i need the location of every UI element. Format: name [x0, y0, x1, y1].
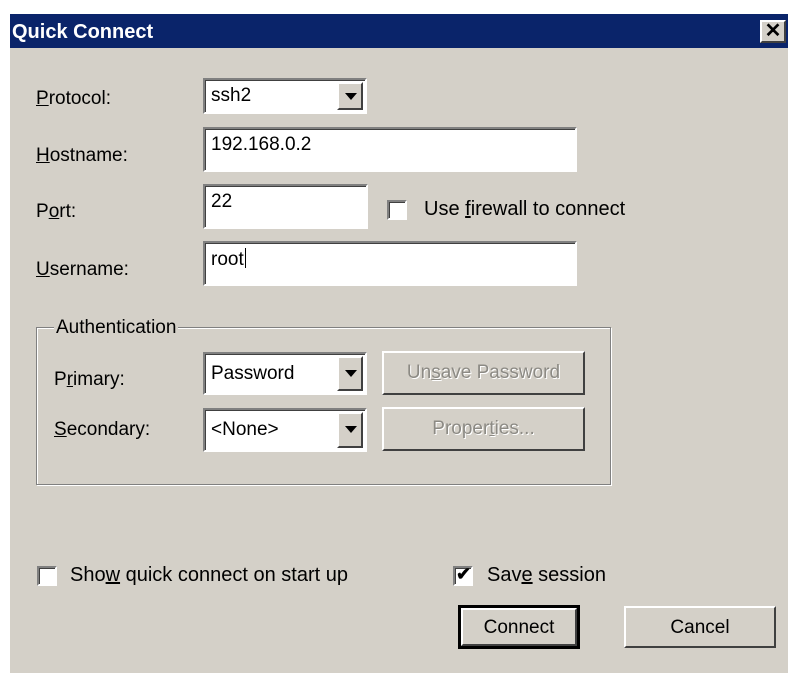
username-label: Username:: [36, 259, 129, 280]
primary-dropdown-button[interactable]: [337, 356, 363, 391]
unsave-password-button[interactable]: Unsave Password: [382, 351, 585, 395]
secondary-value: <None>: [211, 419, 279, 440]
show-on-startup-checkbox[interactable]: [37, 566, 57, 586]
text-cursor: [244, 248, 246, 268]
firewall-label[interactable]: Use firewall to connect: [424, 198, 625, 221]
save-session-checkbox[interactable]: ✔: [453, 564, 473, 586]
quick-connect-dialog: Quick Connect ✕ Protocol: ssh2 Hostname:…: [10, 14, 788, 673]
secondary-dropdown-button[interactable]: [337, 412, 363, 448]
authentication-group-title: Authentication: [54, 317, 179, 339]
close-icon: ✕: [764, 20, 782, 42]
primary-value: Password: [211, 363, 295, 384]
unsave-password-label: Unsave Password: [406, 362, 561, 383]
close-button[interactable]: ✕: [760, 20, 786, 43]
cancel-button-label: Cancel: [670, 617, 730, 638]
primary-label: Primary:: [54, 369, 125, 390]
hostname-label: Hostname:: [36, 145, 128, 166]
hostname-input[interactable]: 192.168.0.2: [203, 127, 577, 172]
connect-button[interactable]: Connect: [458, 605, 580, 649]
cancel-button[interactable]: Cancel: [624, 606, 776, 648]
username-value: root: [211, 248, 246, 270]
checkmark-icon: ✔: [456, 564, 472, 584]
primary-select[interactable]: Password: [203, 352, 367, 395]
secondary-select[interactable]: <None>: [203, 408, 367, 452]
protocol-select[interactable]: ssh2: [203, 78, 367, 114]
port-input[interactable]: 22: [203, 184, 368, 229]
protocol-value: ssh2: [211, 85, 252, 106]
protocol-label: Protocol:: [36, 88, 111, 109]
username-input[interactable]: root: [203, 241, 577, 286]
chevron-down-icon: [345, 426, 357, 433]
show-on-startup-label[interactable]: Show quick connect on start up: [70, 564, 348, 587]
properties-button[interactable]: Properties...: [382, 407, 585, 451]
title-bar[interactable]: Quick Connect ✕: [10, 14, 788, 48]
firewall-checkbox[interactable]: [387, 200, 407, 220]
save-session-label[interactable]: Save session: [487, 564, 606, 587]
properties-label: Properties...: [432, 418, 535, 439]
connect-button-label: Connect: [483, 617, 555, 638]
window-title: Quick Connect: [12, 21, 154, 43]
chevron-down-icon: [345, 93, 357, 100]
port-value: 22: [211, 191, 233, 212]
port-label: Port:: [36, 201, 77, 222]
protocol-dropdown-button[interactable]: [337, 82, 363, 110]
chevron-down-icon: [345, 370, 357, 377]
secondary-label: Secondary:: [54, 419, 151, 440]
hostname-value: 192.168.0.2: [211, 134, 312, 155]
